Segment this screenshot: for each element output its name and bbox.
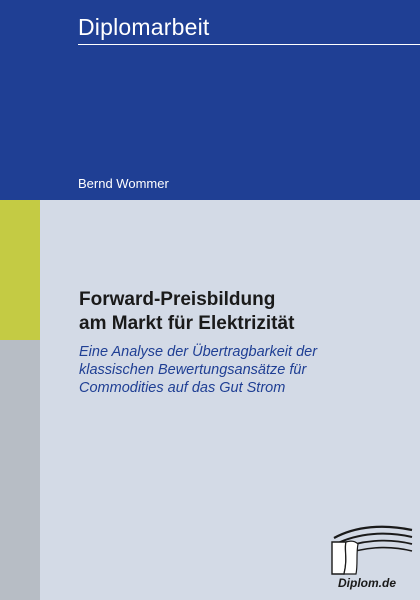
book-subtitle-line: Eine Analyse der Übertragbarkeit der [79,344,318,360]
header-divider [78,44,420,45]
author-name: Bernd Wommer [78,176,169,191]
left-color-strip [0,200,40,600]
book-cover: Diplomarbeit Bernd Wommer Forward-Preisb… [0,0,420,600]
book-title-line: am Markt für Elektrizität [79,313,295,334]
publisher-name: Diplom.de [338,576,397,590]
book-subtitle-line: Commodities auf das Gut Strom [79,380,286,396]
publisher-logo-icon [331,525,413,575]
book-subtitle-line: klassischen Bewertungsansätze für [79,362,307,378]
book-title-line: Forward-Preisbildung [79,289,276,310]
publisher-logo: Diplom.de [326,520,416,595]
cover-header-band: Diplomarbeit Bernd Wommer [0,0,420,200]
strip-olive-segment [0,200,40,340]
strip-gray-segment [0,340,40,600]
book-subtitle: Eine Analyse der Übertragbarkeit der kla… [79,343,399,397]
series-title: Diplomarbeit [78,14,210,40]
book-title: Forward-Preisbildung am Markt für Elektr… [79,288,399,336]
